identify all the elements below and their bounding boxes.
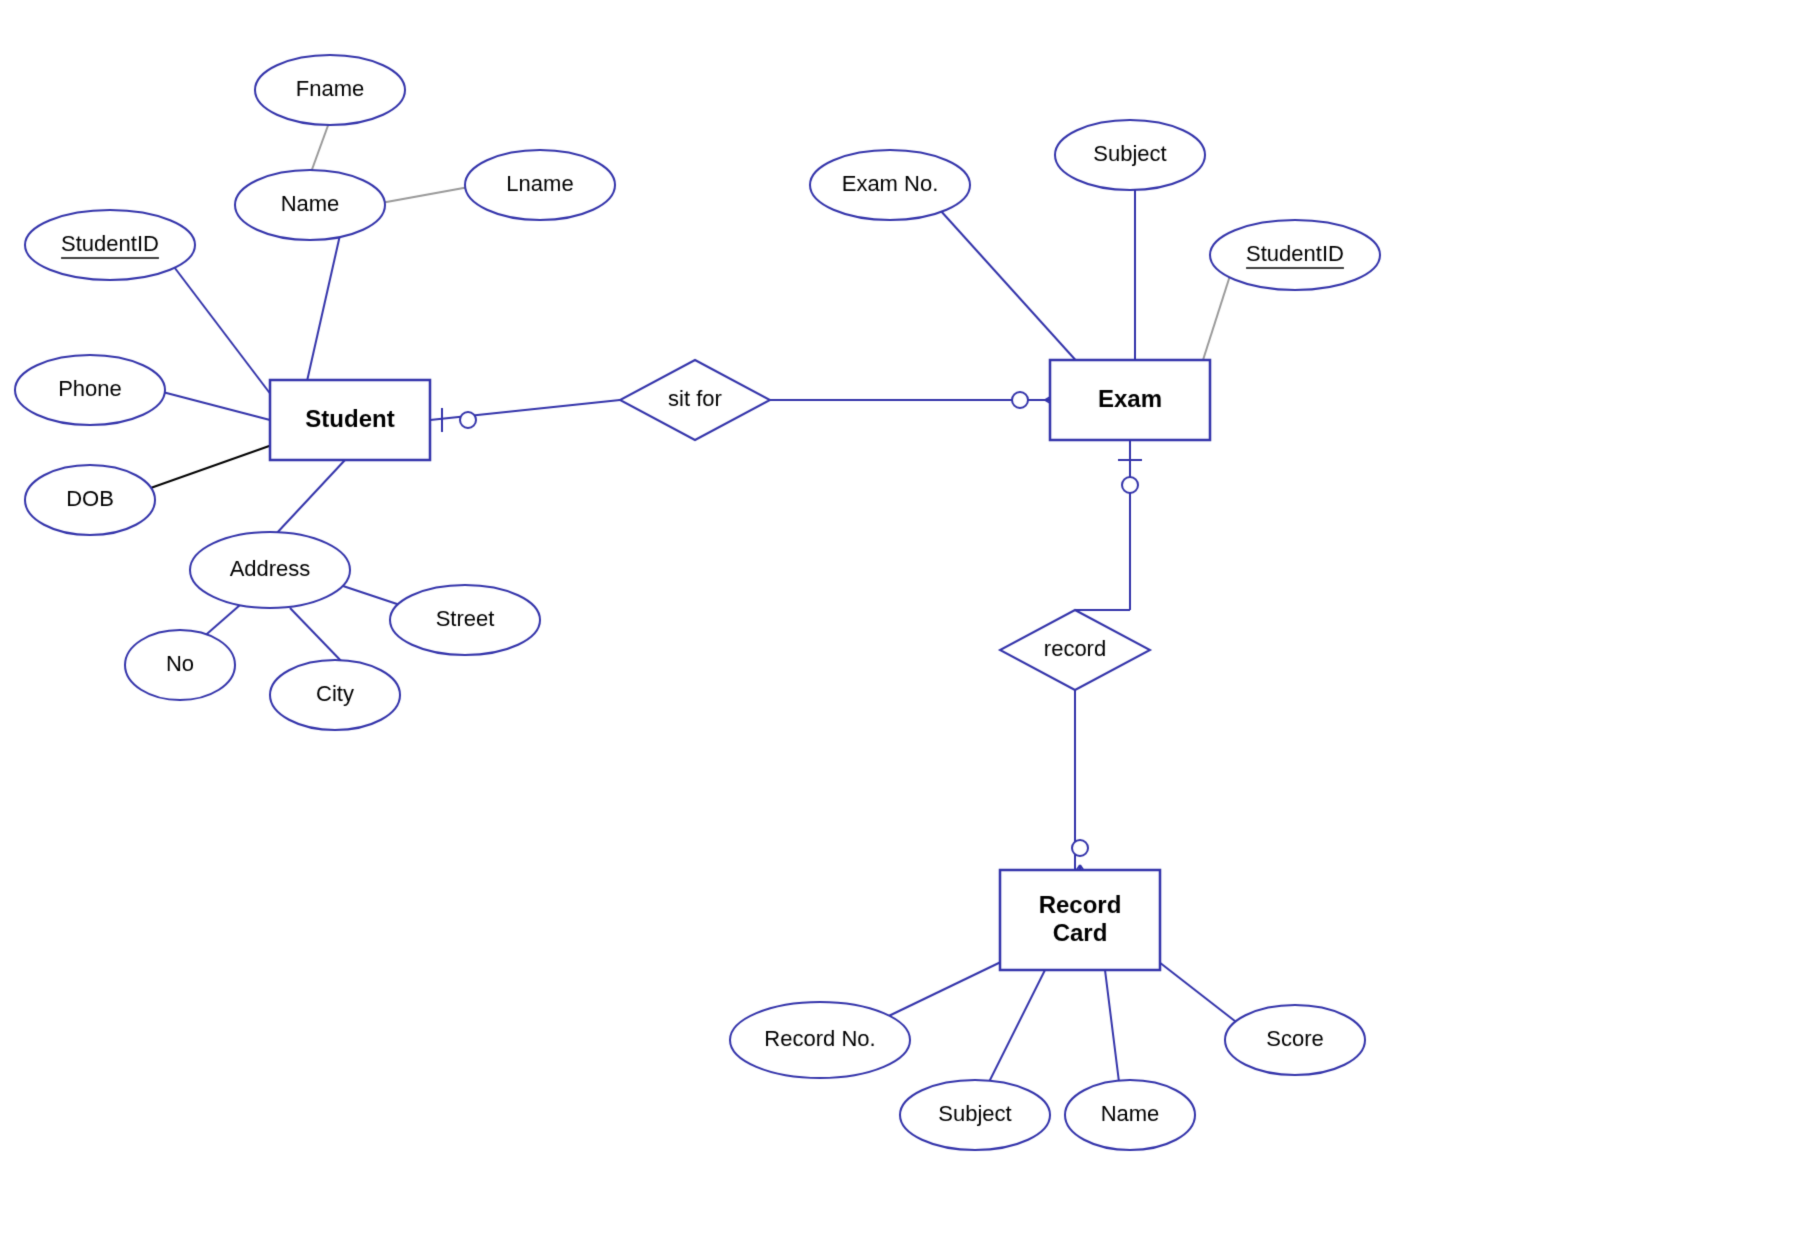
er-diagram-canvas xyxy=(0,0,1800,1250)
diagram-container xyxy=(0,0,1800,1250)
